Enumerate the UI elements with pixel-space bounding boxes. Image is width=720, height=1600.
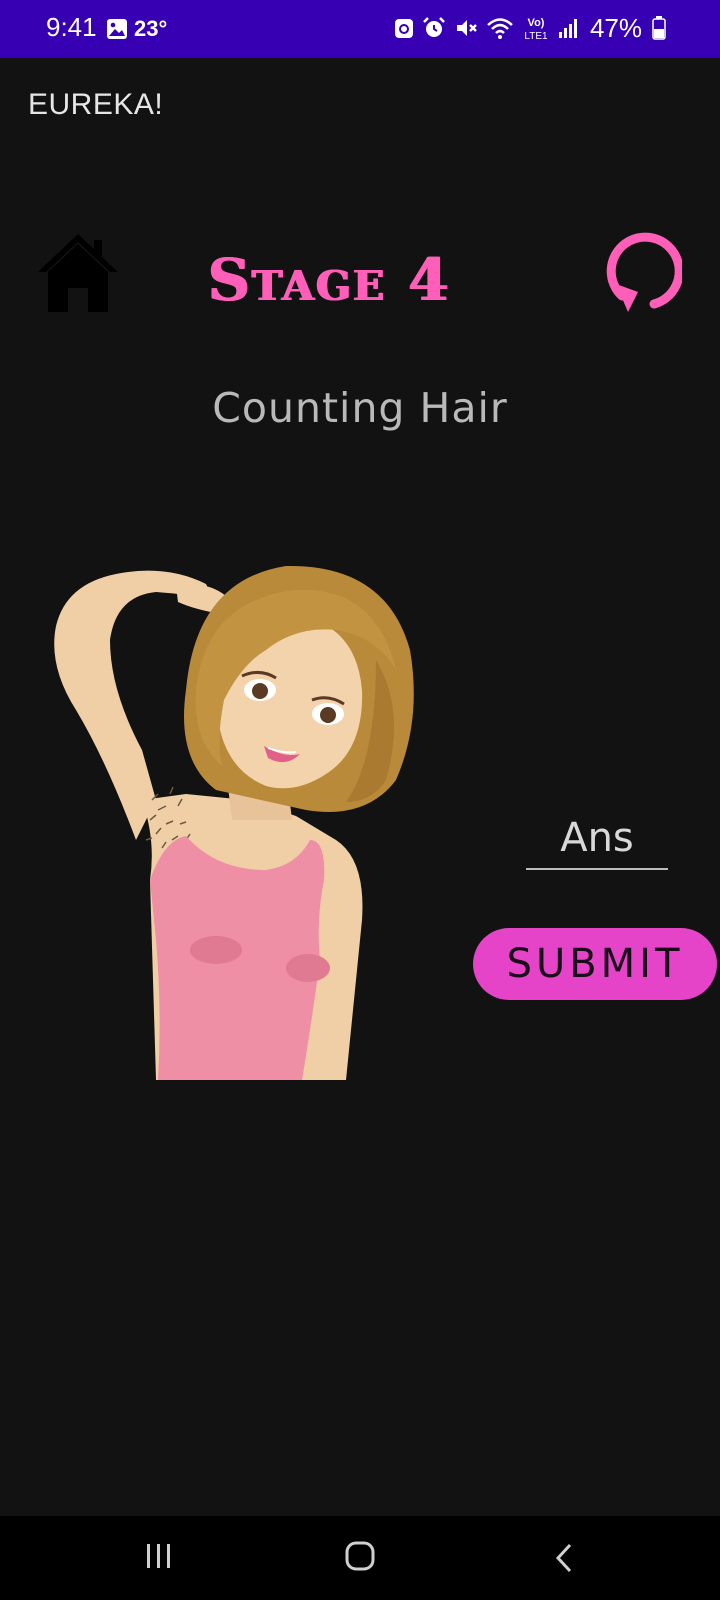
stage-subtitle: Counting Hair xyxy=(212,384,508,432)
answer-input[interactable] xyxy=(526,808,668,870)
submit-button-label: SUBMIT xyxy=(506,941,684,987)
submit-button[interactable]: SUBMIT xyxy=(473,928,717,1000)
photo-icon xyxy=(107,19,127,39)
mute-icon xyxy=(456,20,477,36)
navigation-bar xyxy=(0,1516,720,1600)
restart-icon[interactable] xyxy=(598,232,682,318)
status-time: 9:41 xyxy=(46,12,97,42)
wifi-icon xyxy=(487,18,513,39)
battery-percent: 47% xyxy=(589,12,642,43)
back-icon[interactable] xyxy=(552,1542,576,1574)
app-title: EUREKA! xyxy=(28,88,164,121)
recents-icon[interactable] xyxy=(144,1540,174,1572)
status-bar: 9:41 23° Vo) LTE1 47% xyxy=(0,0,720,58)
home-circle-icon[interactable] xyxy=(344,1540,376,1572)
svg-text:Vo): Vo) xyxy=(528,17,545,29)
svg-text:LTE1: LTE1 xyxy=(524,31,548,42)
status-icons: Vo) LTE1 47% xyxy=(394,10,666,46)
battery-icon xyxy=(652,16,666,40)
alarm-icon xyxy=(423,17,445,37)
signal-icon xyxy=(558,19,577,38)
cartoon-girl-illustration xyxy=(54,565,414,1080)
volte-icon: Vo) LTE1 xyxy=(524,17,548,42)
status-temperature: 23° xyxy=(134,16,168,41)
stage-title: Stage 4 xyxy=(208,246,451,314)
mail-sync-icon xyxy=(394,19,413,38)
home-icon[interactable] xyxy=(36,232,120,314)
